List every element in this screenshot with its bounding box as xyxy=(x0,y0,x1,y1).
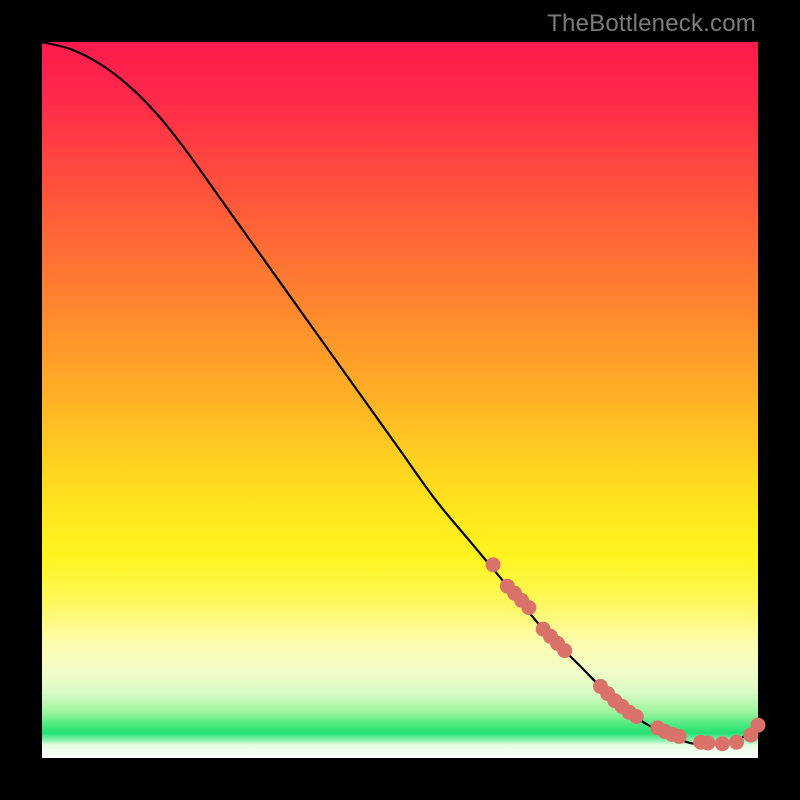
marker-dot xyxy=(486,557,501,572)
chart-frame: TheBottleneck.com xyxy=(0,0,800,800)
marker-dot xyxy=(700,736,715,751)
marker-dot xyxy=(729,735,744,750)
marker-dot xyxy=(672,729,687,744)
marker-dot xyxy=(629,709,644,724)
marker-dot xyxy=(557,643,572,658)
curve-svg xyxy=(42,42,758,758)
plot-area xyxy=(42,42,758,758)
marker-dot xyxy=(521,600,536,615)
marker-group xyxy=(486,557,766,751)
bottleneck-curve-path xyxy=(42,42,758,744)
marker-dot xyxy=(715,736,730,751)
marker-dot xyxy=(751,718,766,733)
attribution-text: TheBottleneck.com xyxy=(547,10,756,38)
